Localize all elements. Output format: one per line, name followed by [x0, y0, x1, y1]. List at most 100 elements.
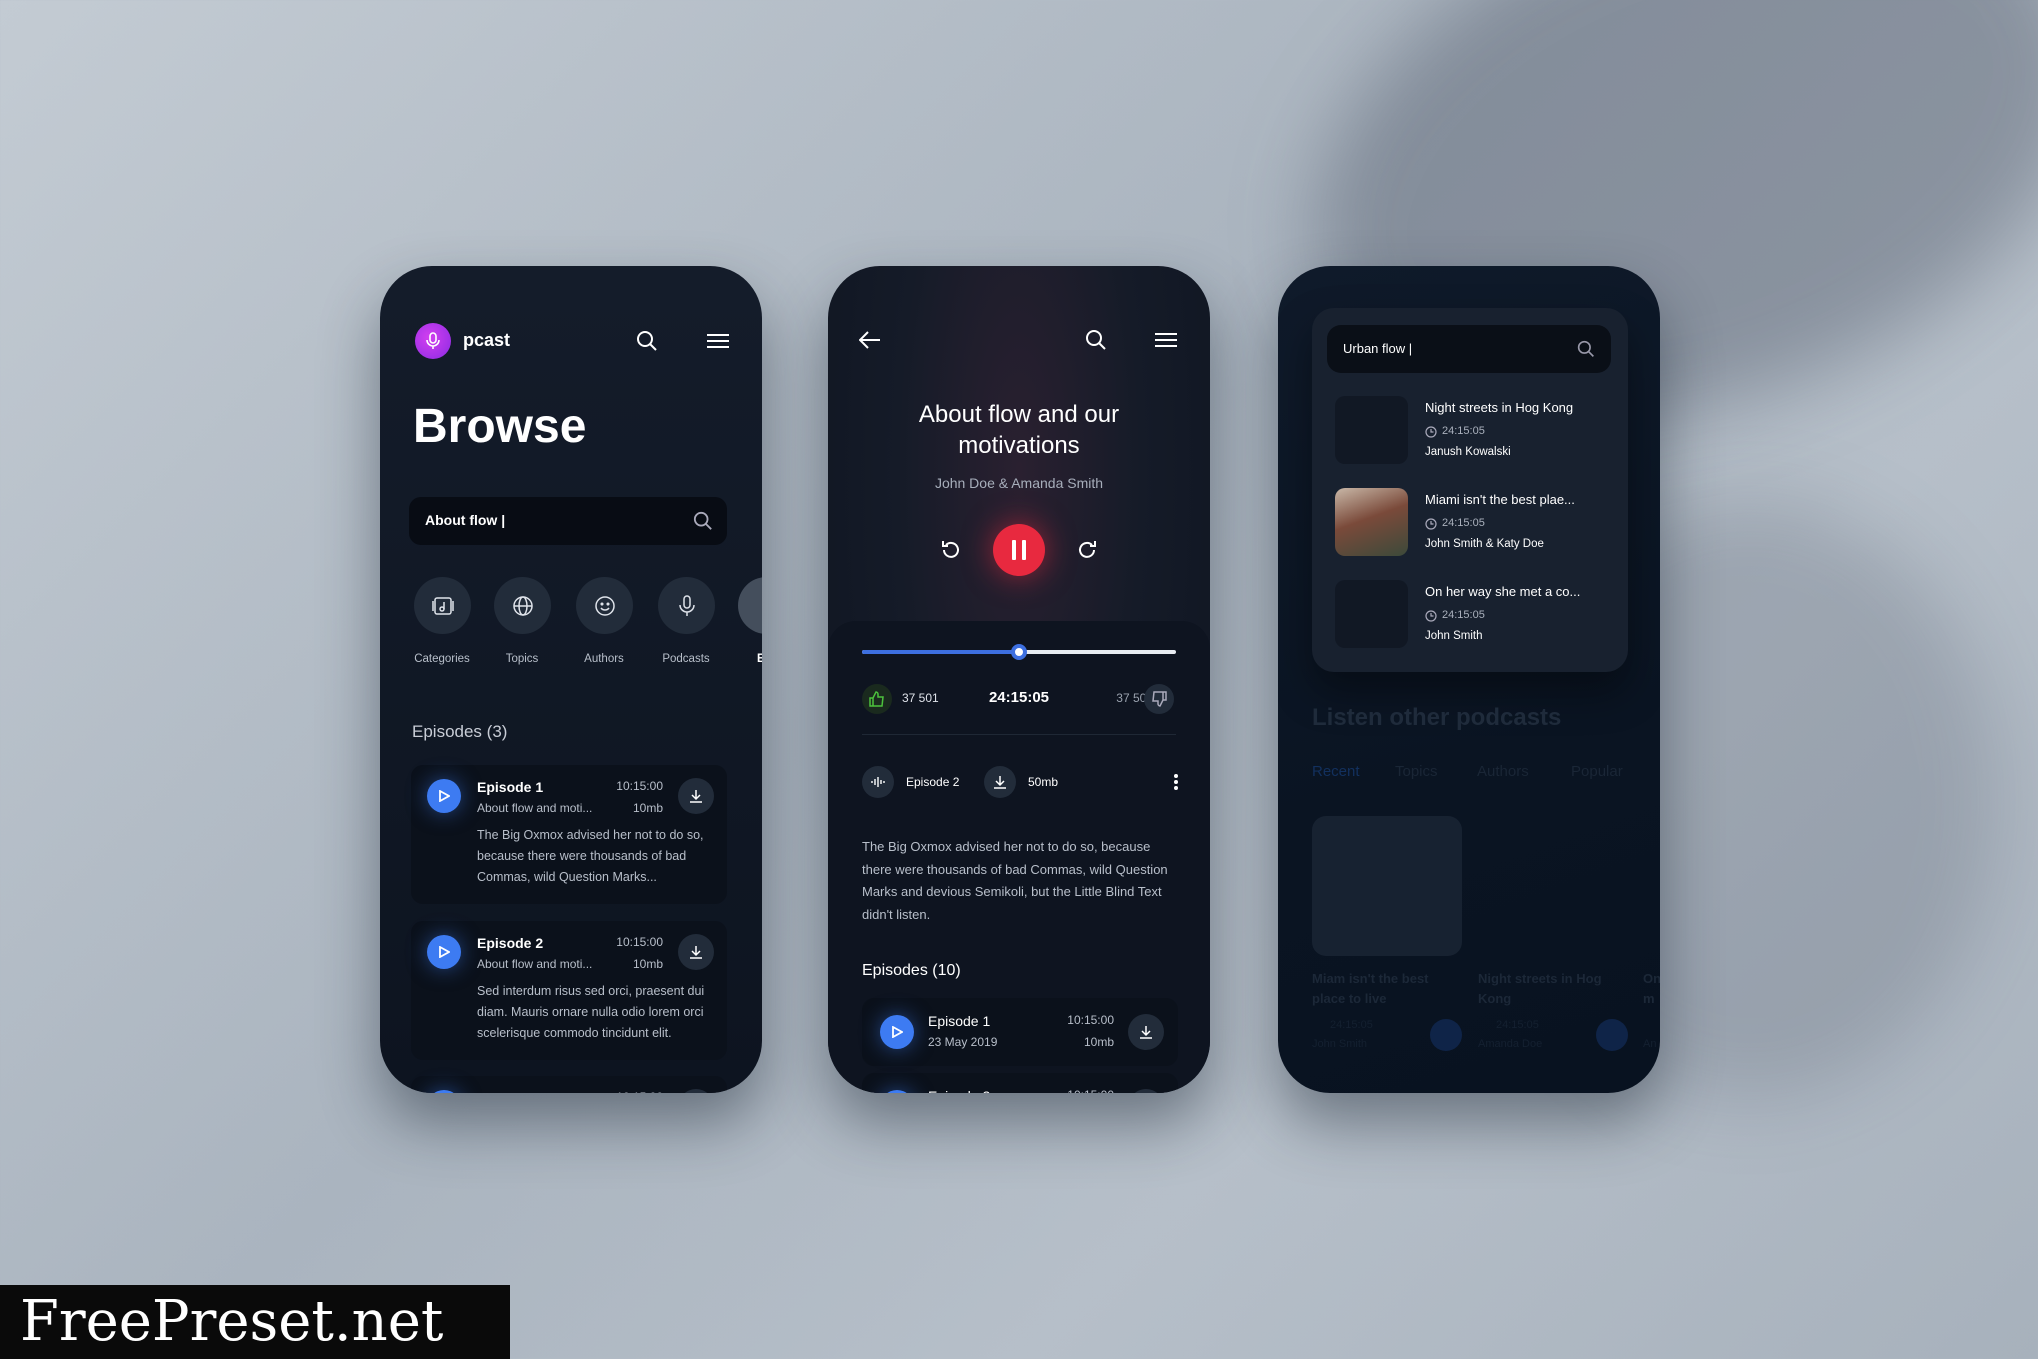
menu-icon[interactable] — [1153, 327, 1179, 353]
category-podcasts-button[interactable] — [658, 577, 715, 634]
result-thumbnail — [1335, 396, 1408, 464]
globe-icon — [512, 595, 534, 617]
result-title: Miami isn't the best plae... — [1425, 492, 1575, 507]
play-button[interactable] — [880, 1090, 914, 1093]
episode-card[interactable]: Episode 1 23 May 2019 10:15:00 10mb — [862, 998, 1178, 1066]
search-input-value: Urban flow | — [1343, 341, 1413, 356]
episode-time: 10:15:00 — [616, 935, 663, 949]
search-icon[interactable] — [1575, 338, 1597, 360]
tab-recent[interactable]: Recent — [1312, 763, 1360, 780]
episode-time: 10:15:00 — [616, 1090, 663, 1093]
episodes-icon — [760, 599, 763, 613]
download-button[interactable] — [984, 766, 1016, 798]
play-button[interactable] — [880, 1015, 914, 1049]
podcast-card[interactable]: Night streets in Hog Kong 24:15:05 Amand… — [1478, 816, 1628, 1056]
progress-slider[interactable] — [862, 644, 1176, 660]
pause-button[interactable] — [993, 524, 1045, 576]
download-button[interactable] — [678, 1089, 714, 1093]
card-title: place to live — [1312, 991, 1387, 1006]
download-icon — [689, 789, 703, 803]
category-epi-button[interactable] — [738, 577, 762, 634]
result-author: John Smith — [1425, 630, 1483, 642]
category-label: Podcasts — [662, 653, 710, 665]
tab-authors[interactable]: Authors — [1477, 763, 1529, 780]
episode-size: 10mb — [632, 957, 663, 971]
details-panel: 37 501 24:15:05 37 501 Episode 2 50mb Th… — [828, 621, 1210, 1093]
play-button[interactable] — [1430, 1019, 1462, 1051]
search-result[interactable]: On her way she met a co... 24:15:05 John… — [1335, 580, 1615, 648]
episode-title: Episode 3 — [477, 1090, 543, 1093]
search-icon[interactable] — [691, 509, 715, 533]
download-button[interactable] — [1128, 1014, 1164, 1050]
card-author: Amanda Doe — [1478, 1038, 1543, 1050]
podcast-card[interactable]: Miam isn't the best place to live 24:15:… — [1312, 816, 1462, 1056]
menu-icon[interactable] — [705, 328, 731, 354]
search-result[interactable]: Night streets in Hog Kong 24:15:05 Janus… — [1335, 396, 1615, 464]
play-button[interactable] — [427, 779, 461, 813]
episodes-heading: Episodes (3) — [412, 722, 508, 741]
result-thumbnail — [1335, 488, 1408, 556]
card-title: Kong — [1478, 991, 1512, 1006]
result-duration: 24:15:05 — [1442, 609, 1485, 621]
download-icon — [1139, 1025, 1153, 1039]
slider-knob[interactable] — [1011, 644, 1027, 660]
category-authors-button[interactable] — [576, 577, 633, 634]
page-title: Browse — [413, 400, 587, 453]
download-button[interactable] — [678, 778, 714, 814]
category-label: Topics — [505, 653, 539, 665]
episode-time: 10:15:00 — [616, 779, 663, 793]
search-icon[interactable] — [634, 328, 660, 354]
episodes-heading: Episodes (10) — [862, 962, 961, 979]
music-album-icon — [431, 596, 454, 615]
episode-subtitle: About flow and moti... — [477, 801, 593, 815]
episode-size: 10mb — [1083, 1035, 1114, 1049]
episode-title: Episode 1 — [477, 779, 544, 795]
back-arrow-icon[interactable] — [857, 327, 883, 353]
result-author: John Smith & Katy Doe — [1425, 538, 1544, 550]
more-options-icon[interactable] — [1166, 770, 1186, 794]
title-line: motivations — [958, 432, 1080, 459]
download-icon — [689, 945, 703, 959]
podcast-thumbnail — [1312, 816, 1462, 956]
podcast-card[interactable]: On m An — [1643, 816, 1660, 1056]
search-input[interactable]: About flow | — [409, 497, 727, 545]
download-button[interactable] — [678, 934, 714, 970]
episode-card[interactable]: Episode 3 10:15:00 — [411, 1076, 727, 1093]
play-button[interactable] — [427, 1090, 461, 1093]
episode-card[interactable]: Episode 2 10:15:00 — [862, 1073, 1178, 1093]
tab-popular[interactable]: Popular — [1571, 763, 1623, 780]
app-name: pcast — [463, 330, 511, 350]
search-result[interactable]: Miami isn't the best plae... 24:15:05 Jo… — [1335, 488, 1615, 556]
forward-icon[interactable] — [1074, 537, 1100, 563]
logo-icon — [415, 323, 451, 359]
episode-card[interactable]: Episode 1 About flow and moti... 10:15:0… — [411, 765, 727, 904]
category-categories-button[interactable] — [414, 577, 471, 634]
result-duration: 24:15:05 — [1442, 517, 1485, 529]
search-input[interactable]: Urban flow | — [1327, 325, 1611, 373]
episode-size: 10mb — [632, 801, 663, 815]
clock-icon — [1425, 610, 1437, 622]
search-screen: Urban flow | Night streets in Hog Kong 2… — [1278, 266, 1660, 1093]
play-button[interactable] — [1596, 1019, 1628, 1051]
episode-subtitle: About flow and moti... — [477, 957, 593, 971]
play-button[interactable] — [427, 935, 461, 969]
divider — [862, 734, 1176, 735]
rewind-icon[interactable] — [938, 537, 964, 563]
card-author: An — [1643, 1038, 1657, 1050]
file-size: 50mb — [1028, 775, 1059, 789]
download-button[interactable] — [1128, 1089, 1164, 1093]
episode-card[interactable]: Episode 2 About flow and moti... 10:15:0… — [411, 921, 727, 1060]
tab-topics[interactable]: Topics — [1395, 763, 1438, 780]
smile-icon — [594, 595, 616, 617]
card-author: John Smith — [1312, 1038, 1368, 1050]
search-icon[interactable] — [1083, 327, 1109, 353]
dislike-button[interactable] — [1144, 684, 1174, 714]
category-topics-button[interactable] — [494, 577, 551, 634]
card-title: m — [1643, 991, 1655, 1006]
card-title: On — [1643, 971, 1660, 986]
browse-screen: pcast Browse About flow | Categories Top… — [380, 266, 762, 1093]
category-label: Categories — [414, 653, 470, 665]
episode-time: 10:15:00 — [1067, 1013, 1114, 1027]
result-title: Night streets in Hog Kong — [1425, 400, 1574, 415]
play-icon — [438, 946, 450, 958]
